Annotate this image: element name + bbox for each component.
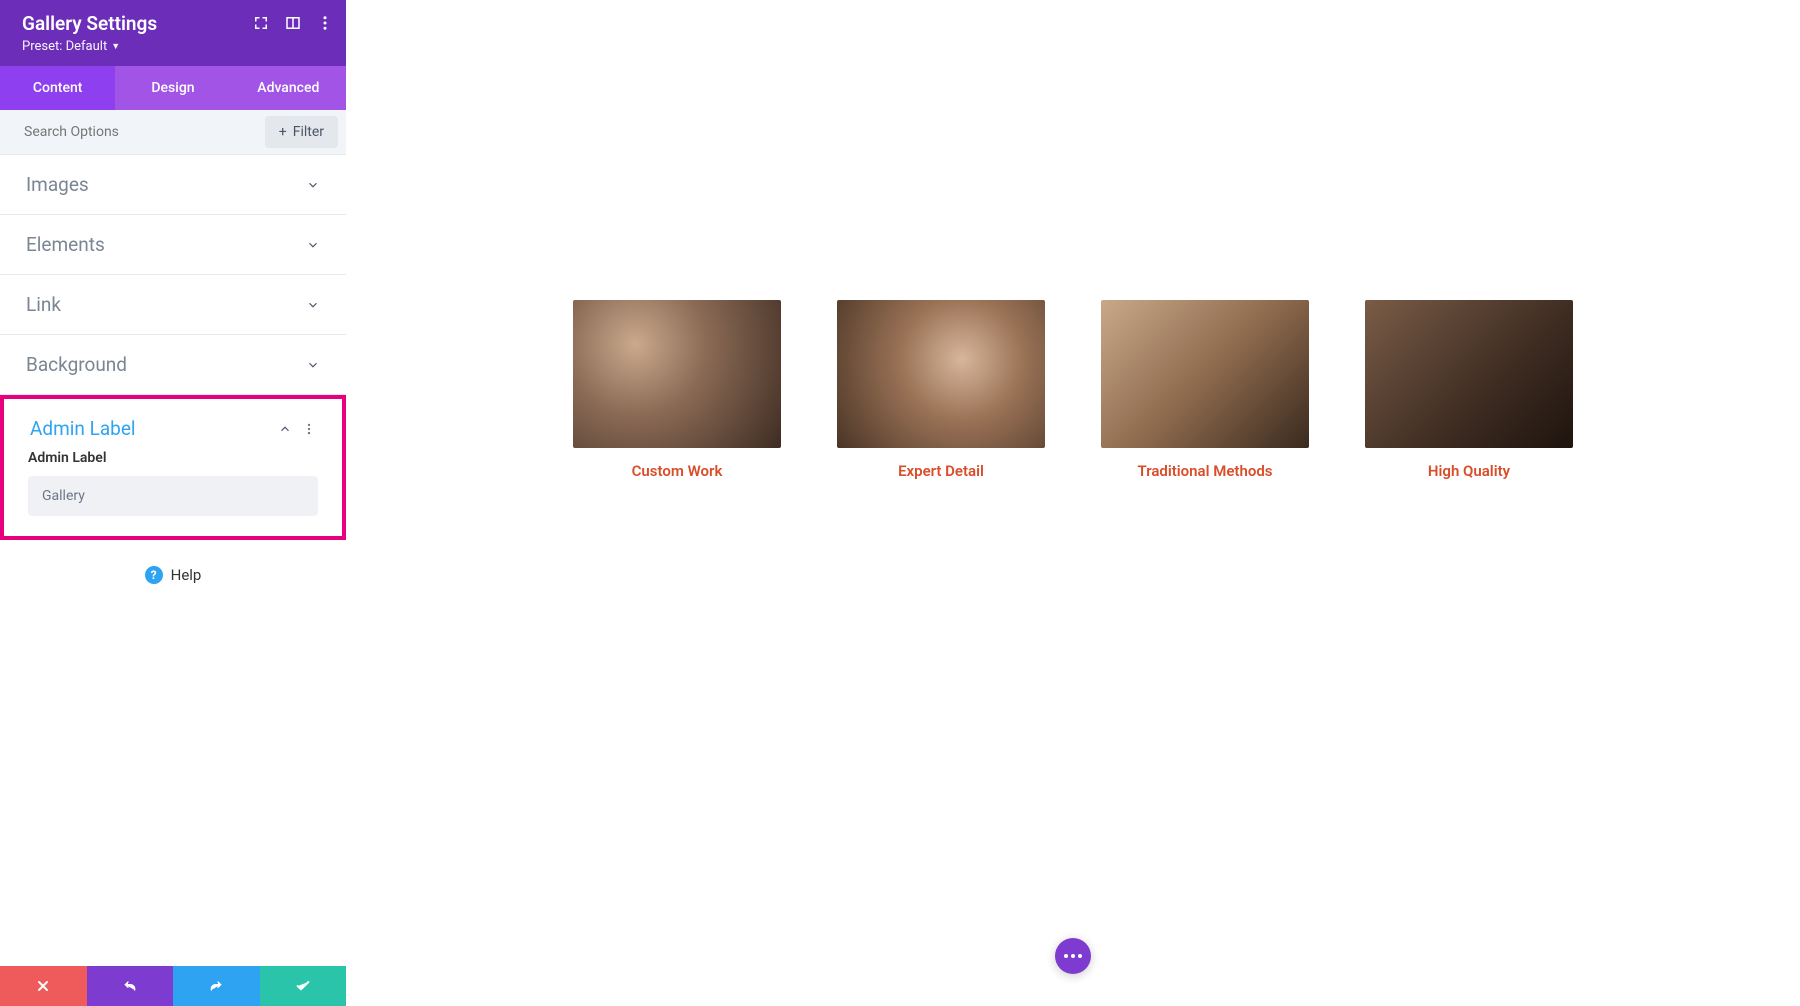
section-header[interactable]: Background	[0, 335, 346, 394]
sections-list: Images Elements Link Background	[0, 155, 346, 966]
help-button[interactable]: ? Help	[145, 566, 202, 584]
gallery-caption: Custom Work	[632, 462, 723, 480]
more-horiz-icon	[1064, 954, 1082, 958]
gallery-caption: High Quality	[1428, 462, 1510, 480]
expand-icon[interactable]	[252, 14, 270, 32]
tab-content[interactable]: Content	[0, 66, 115, 110]
close-icon	[35, 978, 51, 994]
gallery-thumbnail	[1101, 300, 1309, 448]
undo-icon	[122, 978, 138, 994]
panel-layout-icon[interactable]	[284, 14, 302, 32]
search-filter-row: + Filter	[0, 110, 346, 155]
plus-icon: +	[279, 124, 287, 140]
admin-label-input[interactable]	[28, 476, 318, 516]
section-background: Background	[0, 335, 346, 395]
gallery-row: Custom Work Expert Detail Traditional Me…	[346, 0, 1800, 480]
gallery-thumbnail	[573, 300, 781, 448]
filter-button[interactable]: + Filter	[265, 116, 338, 148]
chevron-down-icon	[306, 298, 320, 312]
preview-canvas: Custom Work Expert Detail Traditional Me…	[346, 0, 1800, 1006]
preset-dropdown[interactable]: Preset: Default ▼	[22, 39, 120, 54]
redo-icon	[208, 978, 224, 994]
section-header[interactable]: Elements	[0, 215, 346, 274]
chevron-down-icon	[306, 238, 320, 252]
help-row: ? Help	[0, 540, 346, 608]
preset-label: Preset: Default	[22, 39, 107, 54]
section-images: Images	[0, 155, 346, 215]
help-icon: ?	[145, 566, 163, 584]
gallery-caption: Expert Detail	[898, 462, 984, 480]
gallery-item[interactable]: Traditional Methods	[1101, 300, 1309, 480]
section-title: Elements	[26, 233, 105, 256]
section-elements: Elements	[0, 215, 346, 275]
chevron-up-icon	[278, 422, 292, 436]
section-header[interactable]: Link	[0, 275, 346, 334]
section-header[interactable]: Images	[0, 155, 346, 214]
gallery-thumbnail	[837, 300, 1045, 448]
search-input[interactable]	[0, 112, 265, 152]
gallery-item[interactable]: Custom Work	[573, 300, 781, 480]
section-title: Admin Label	[30, 417, 136, 440]
field-label: Admin Label	[28, 450, 318, 466]
sidebar-header: Gallery Settings Preset: Default ▼	[0, 0, 346, 66]
caret-down-icon: ▼	[111, 41, 120, 52]
undo-button[interactable]	[87, 966, 174, 1006]
section-body: Admin Label	[4, 450, 342, 536]
cancel-button[interactable]	[0, 966, 87, 1006]
gallery-item[interactable]: High Quality	[1365, 300, 1573, 480]
section-title: Link	[26, 293, 61, 316]
redo-button[interactable]	[173, 966, 260, 1006]
tab-design[interactable]: Design	[115, 66, 230, 110]
more-vert-icon[interactable]	[302, 422, 316, 436]
section-link: Link	[0, 275, 346, 335]
gallery-thumbnail	[1365, 300, 1573, 448]
section-title: Images	[26, 173, 89, 196]
chevron-down-icon	[306, 358, 320, 372]
gallery-item[interactable]: Expert Detail	[837, 300, 1045, 480]
save-button[interactable]	[260, 966, 347, 1006]
sidebar-footer	[0, 966, 346, 1006]
check-icon	[295, 978, 311, 994]
section-admin-label: Admin Label Admin Label	[0, 395, 346, 540]
filter-label: Filter	[293, 124, 324, 140]
tab-advanced[interactable]: Advanced	[231, 66, 346, 110]
chevron-down-icon	[306, 178, 320, 192]
section-header[interactable]: Admin Label	[4, 399, 342, 450]
settings-tabs: Content Design Advanced	[0, 66, 346, 110]
more-vert-icon[interactable]	[316, 14, 334, 32]
gallery-caption: Traditional Methods	[1138, 462, 1273, 480]
section-title: Background	[26, 353, 127, 376]
floating-action-button[interactable]	[1055, 938, 1091, 974]
settings-sidebar: Gallery Settings Preset: Default ▼ Conte…	[0, 0, 346, 1006]
help-label: Help	[171, 566, 202, 584]
